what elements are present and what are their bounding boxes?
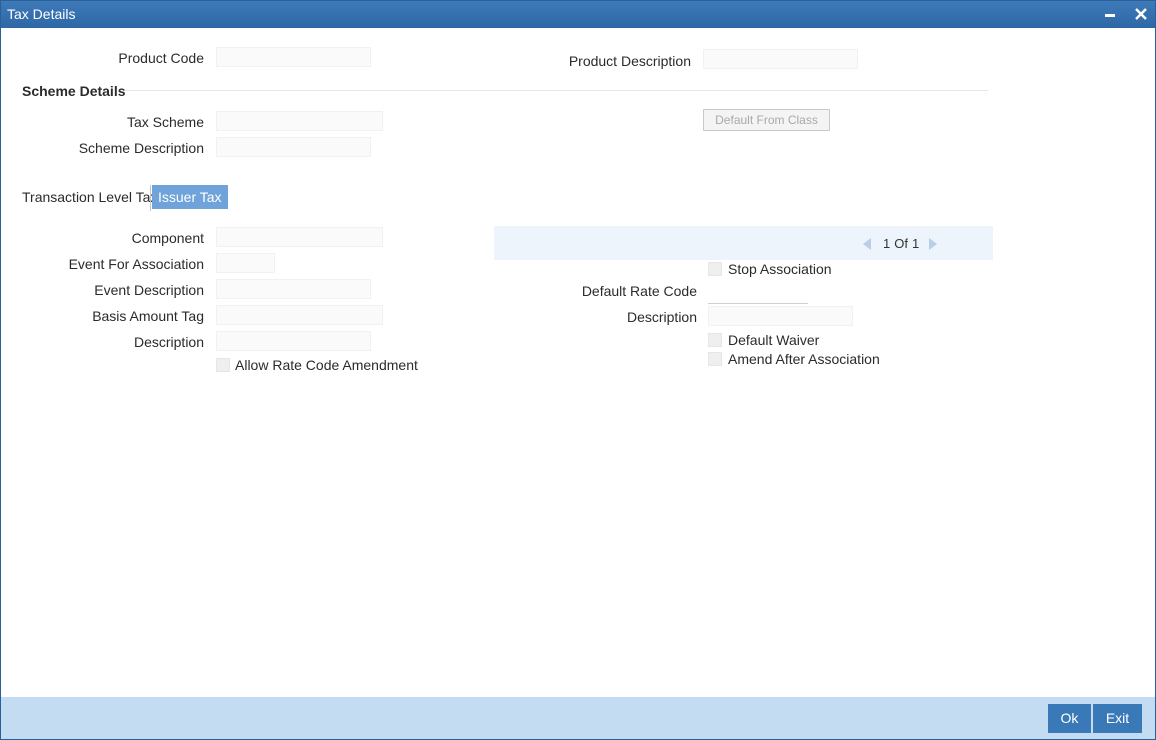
amend-after-association-checkbox[interactable] bbox=[708, 352, 722, 366]
basis-amount-tag-field[interactable] bbox=[216, 305, 383, 325]
pager-current: 1 bbox=[883, 236, 891, 251]
default-rate-code-field[interactable] bbox=[708, 281, 808, 304]
chevron-left-icon[interactable] bbox=[863, 237, 871, 250]
default-waiver-checkbox[interactable] bbox=[708, 333, 722, 347]
amend-after-association-label: Amend After Association bbox=[728, 351, 880, 367]
chevron-right-icon[interactable] bbox=[929, 237, 938, 250]
close-button[interactable] bbox=[1130, 3, 1152, 25]
exit-button[interactable]: Exit bbox=[1093, 704, 1142, 733]
record-pager: 1 Of 1 bbox=[863, 236, 938, 251]
default-from-class-button[interactable]: Default From Class bbox=[703, 109, 830, 131]
event-description-label: Event Description bbox=[94, 282, 204, 298]
allow-rate-code-amendment-checkbox[interactable] bbox=[216, 358, 230, 372]
product-code-field[interactable] bbox=[216, 47, 371, 67]
product-code-label: Product Code bbox=[118, 50, 204, 66]
tab-transaction-level-tax[interactable]: Transaction Level Tax bbox=[22, 189, 157, 205]
product-description-field[interactable] bbox=[703, 49, 858, 69]
event-for-association-field[interactable] bbox=[216, 253, 275, 273]
tax-scheme-field[interactable] bbox=[216, 111, 383, 131]
tab-divider bbox=[150, 185, 151, 211]
section-divider bbox=[126, 90, 988, 91]
pager-total: 1 bbox=[911, 236, 920, 251]
basis-amount-tag-label: Basis Amount Tag bbox=[92, 308, 204, 324]
event-description-field[interactable] bbox=[216, 279, 371, 299]
rate-description-label: Description bbox=[626, 309, 697, 325]
title-bar: Tax Details bbox=[1, 1, 1155, 28]
scheme-details-heading: Scheme Details bbox=[22, 83, 126, 99]
window-title: Tax Details bbox=[7, 6, 76, 22]
minimize-button[interactable] bbox=[1099, 3, 1121, 25]
pager-of-label: Of bbox=[894, 236, 908, 251]
stop-association-label: Stop Association bbox=[728, 261, 832, 277]
event-for-association-label: Event For Association bbox=[68, 256, 204, 272]
component-field[interactable] bbox=[216, 227, 383, 247]
close-icon bbox=[1135, 8, 1147, 20]
tax-details-window: Tax Details Product Code Product Descrip… bbox=[0, 0, 1156, 740]
rate-description-field[interactable] bbox=[708, 306, 853, 326]
description-label: Description bbox=[133, 334, 204, 350]
default-waiver-label: Default Waiver bbox=[728, 332, 820, 348]
stop-association-checkbox[interactable] bbox=[708, 262, 722, 276]
scheme-description-field[interactable] bbox=[216, 137, 371, 157]
ok-button[interactable]: Ok bbox=[1048, 704, 1091, 733]
allow-rate-code-amendment-label: Allow Rate Code Amendment bbox=[235, 357, 418, 373]
minimize-icon bbox=[1105, 14, 1115, 17]
footer-bar: Ok Exit bbox=[1, 697, 1155, 739]
default-rate-code-label: Default Rate Code bbox=[581, 283, 697, 299]
tax-scheme-label: Tax Scheme bbox=[126, 114, 204, 130]
scheme-description-label: Scheme Description bbox=[78, 140, 204, 156]
component-label: Component bbox=[131, 230, 204, 246]
tab-issuer-tax[interactable]: Issuer Tax bbox=[152, 185, 228, 209]
product-description-label: Product Description bbox=[568, 53, 691, 69]
description-field[interactable] bbox=[216, 331, 371, 351]
